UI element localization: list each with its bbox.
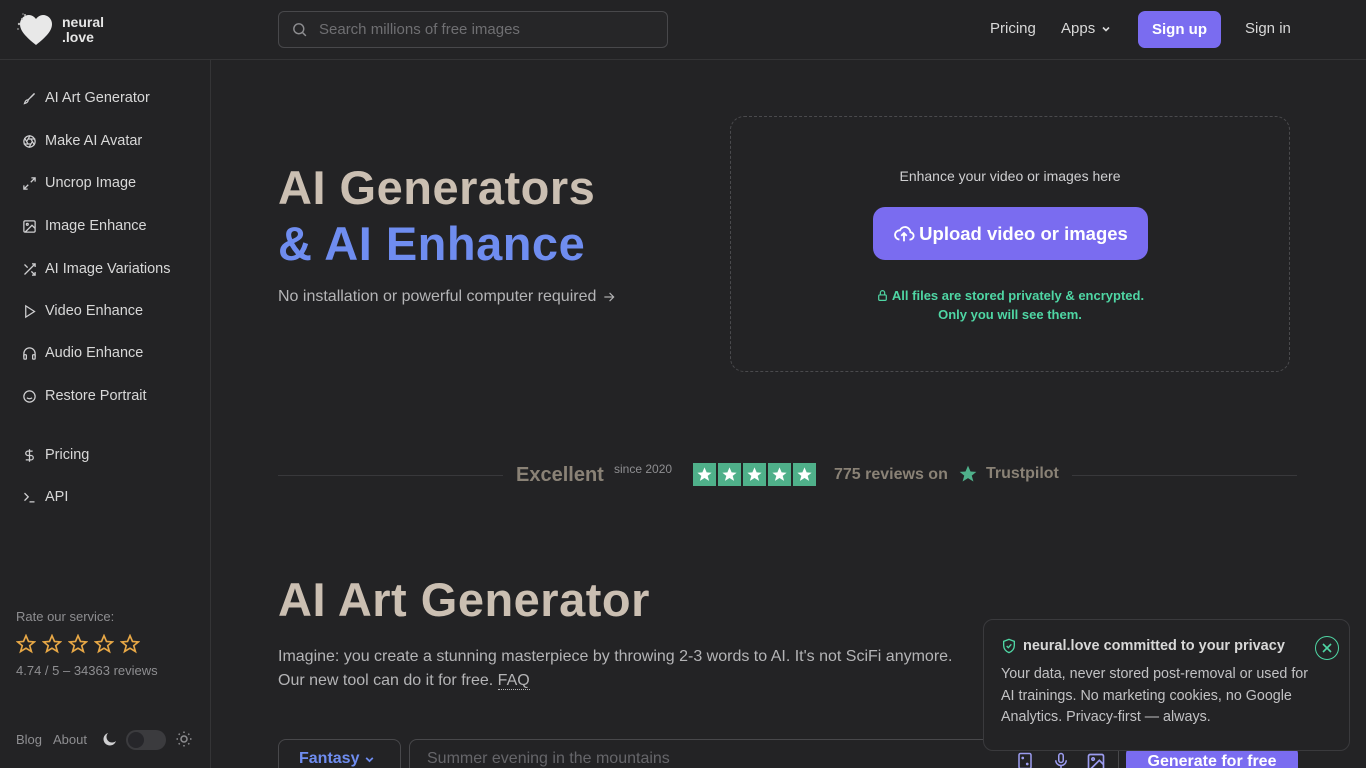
sidebar-item-image-enhance[interactable]: Image Enhance [22, 216, 147, 236]
trustpilot-star-icon [793, 463, 816, 486]
upload-dropzone[interactable]: Enhance your video or images here Upload… [730, 116, 1290, 372]
nav-pricing-link[interactable]: Pricing [990, 20, 1036, 37]
star-icon[interactable] [16, 634, 36, 654]
trustpilot-brand: Trustpilot [986, 465, 1059, 482]
sidebar-item-ai-art-generator[interactable]: AI Art Generator [22, 88, 150, 108]
top-bar: neural .love Pricing Apps Sign up Sign i… [0, 0, 1366, 60]
upload-privacy-note: All files are stored privately & encrypt… [731, 286, 1289, 324]
privacy-popup: neural.love committed to your privacy Yo… [983, 619, 1350, 751]
star-icon[interactable] [120, 634, 140, 654]
upload-button-label: Upload video or images [919, 222, 1128, 244]
image-icon [23, 219, 36, 233]
nav-apps-dropdown[interactable]: Apps [1061, 20, 1111, 37]
chevron-down-icon [1102, 26, 1110, 32]
star-icon[interactable] [68, 634, 88, 654]
blog-link[interactable]: Blog [16, 732, 42, 747]
sidebar-item-pricing[interactable]: Pricing [22, 445, 89, 465]
sidebar-item-restore-portrait[interactable]: Restore Portrait [22, 386, 147, 406]
smile-icon [23, 389, 36, 403]
sun-icon [176, 731, 192, 747]
dollar-icon [25, 448, 34, 462]
close-icon [1322, 643, 1332, 653]
sidebar-item-ai-image-variations[interactable]: AI Image Variations [22, 259, 170, 279]
search-box[interactable] [278, 11, 668, 48]
rating-stars[interactable] [16, 634, 140, 654]
upload-button[interactable]: Upload video or images [873, 207, 1148, 260]
sidebar-item-audio-enhance[interactable]: Audio Enhance [22, 343, 143, 363]
faq-link[interactable]: FAQ [497, 672, 530, 690]
trustpilot-star-icon [693, 463, 716, 486]
cloud-upload-icon [894, 225, 915, 241]
sign-up-button[interactable]: Sign up [1138, 11, 1221, 48]
hero-subtitle: No installation or powerful computer req… [278, 288, 597, 305]
sidebar-item-video-enhance[interactable]: Video Enhance [22, 301, 143, 321]
headphones-icon [23, 346, 36, 360]
play-icon [25, 304, 36, 318]
arrow-right-icon [604, 292, 615, 302]
close-button[interactable] [1315, 636, 1339, 660]
style-dropdown[interactable]: Fantasy [278, 739, 401, 768]
prompt-input[interactable] [427, 750, 1007, 768]
upload-hint: Enhance your video or images here [899, 168, 1121, 184]
trustpilot-star-icon [743, 463, 766, 486]
terminal-icon [24, 492, 35, 502]
divider [278, 475, 503, 476]
privacy-popup-title: neural.love committed to your privacy [1001, 638, 1285, 654]
expand-icon [23, 176, 36, 190]
logo-line1: neural [62, 14, 105, 30]
theme-toggle[interactable] [126, 730, 166, 750]
search-input[interactable] [319, 21, 649, 38]
style-dropdown-value: Fantasy [299, 750, 360, 767]
hero-subtitle-link[interactable]: No installation or powerful computer req… [278, 288, 616, 306]
star-icon[interactable] [94, 634, 114, 654]
privacy-popup-body: Your data, never stored post-removal or … [1001, 666, 1309, 725]
hero-title-line1: AI Generators [278, 161, 596, 214]
sidebar-item-make-ai-avatar[interactable]: Make AI Avatar [22, 131, 142, 151]
divider [1072, 475, 1297, 476]
trustpilot-star-icon [768, 463, 791, 486]
trustpilot-since: since 2020 [614, 462, 673, 476]
rating-score: 4.74 / 5 – 34363 reviews [16, 663, 158, 678]
heart-logo-icon [17, 13, 52, 45]
brush-icon [23, 92, 35, 104]
sign-in-link[interactable]: Sign in [1245, 20, 1291, 37]
trustpilot-reviews-count[interactable]: 775 reviews on [834, 466, 948, 484]
lock-icon [878, 290, 887, 301]
art-generator-description: Imagine: you create a stunning masterpie… [278, 648, 953, 690]
search-icon [293, 23, 307, 37]
trustpilot-stars [693, 463, 816, 486]
logo[interactable]: neural .love [16, 12, 104, 48]
trustpilot-logo[interactable]: Trustpilot [958, 464, 1059, 484]
sidebar: AI Art Generator Make AI Avatar Uncrop I… [0, 60, 211, 768]
trustpilot-rating-word: Excellent [516, 464, 604, 486]
dice-icon[interactable] [1016, 752, 1034, 768]
shield-check-icon [1003, 638, 1015, 654]
image-upload-icon[interactable] [1086, 752, 1106, 768]
about-link[interactable]: About [53, 732, 87, 747]
trustpilot-star-icon [959, 465, 977, 482]
chevron-down-icon [366, 756, 374, 762]
moon-icon [103, 733, 116, 746]
art-generator-title: AI Art Generator [278, 573, 650, 626]
rate-label: Rate our service: [16, 609, 115, 624]
microphone-icon[interactable] [1052, 752, 1070, 768]
shuffle-icon [24, 262, 36, 276]
trustpilot-star-icon [718, 463, 741, 486]
nav-apps-label: Apps [1061, 20, 1096, 37]
star-icon[interactable] [42, 634, 62, 654]
hero-title-line2: & AI Enhance [278, 217, 586, 270]
sidebar-item-api[interactable]: API [22, 487, 68, 507]
logo-line2: .love [62, 29, 94, 45]
aperture-icon [23, 134, 36, 148]
sidebar-item-uncrop-image[interactable]: Uncrop Image [22, 173, 136, 193]
